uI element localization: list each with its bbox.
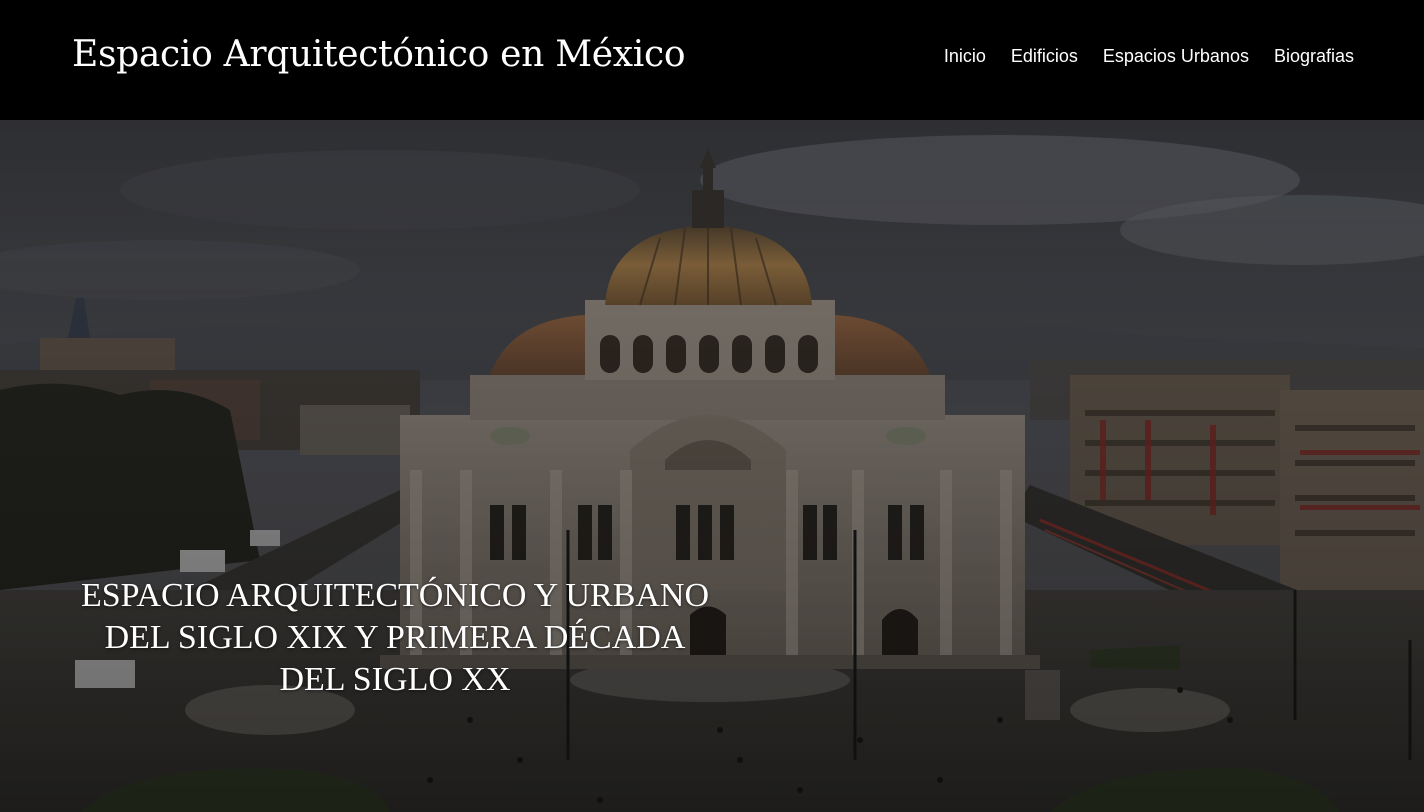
nav-link-biografias[interactable]: Biografias [1274, 44, 1354, 68]
hero-background-image [0, 120, 1424, 812]
site-header: Espacio Arquitectónico en México Inicio … [0, 0, 1424, 120]
hero-heading: ESPACIO ARQUITECTÓNICO Y URBANO DEL SIGL… [70, 575, 720, 701]
hero-heading-line-2: DEL SIGLO XIX Y PRIMERA DÉCADA [104, 619, 686, 656]
nav-link-inicio[interactable]: Inicio [944, 44, 986, 68]
site-title[interactable]: Espacio Arquitectónico en México [72, 30, 686, 80]
hero-heading-line-1: ESPACIO ARQUITECTÓNICO Y URBANO [80, 577, 710, 614]
hero-banner: ESPACIO ARQUITECTÓNICO Y URBANO DEL SIGL… [0, 120, 1424, 812]
nav-link-edificios[interactable]: Edificios [1011, 44, 1078, 68]
hero-heading-line-3: DEL SIGLO XX [279, 661, 511, 698]
main-nav: Inicio Edificios Espacios Urbanos Biogra… [944, 44, 1354, 68]
nav-link-espacios-urbanos[interactable]: Espacios Urbanos [1103, 44, 1249, 68]
